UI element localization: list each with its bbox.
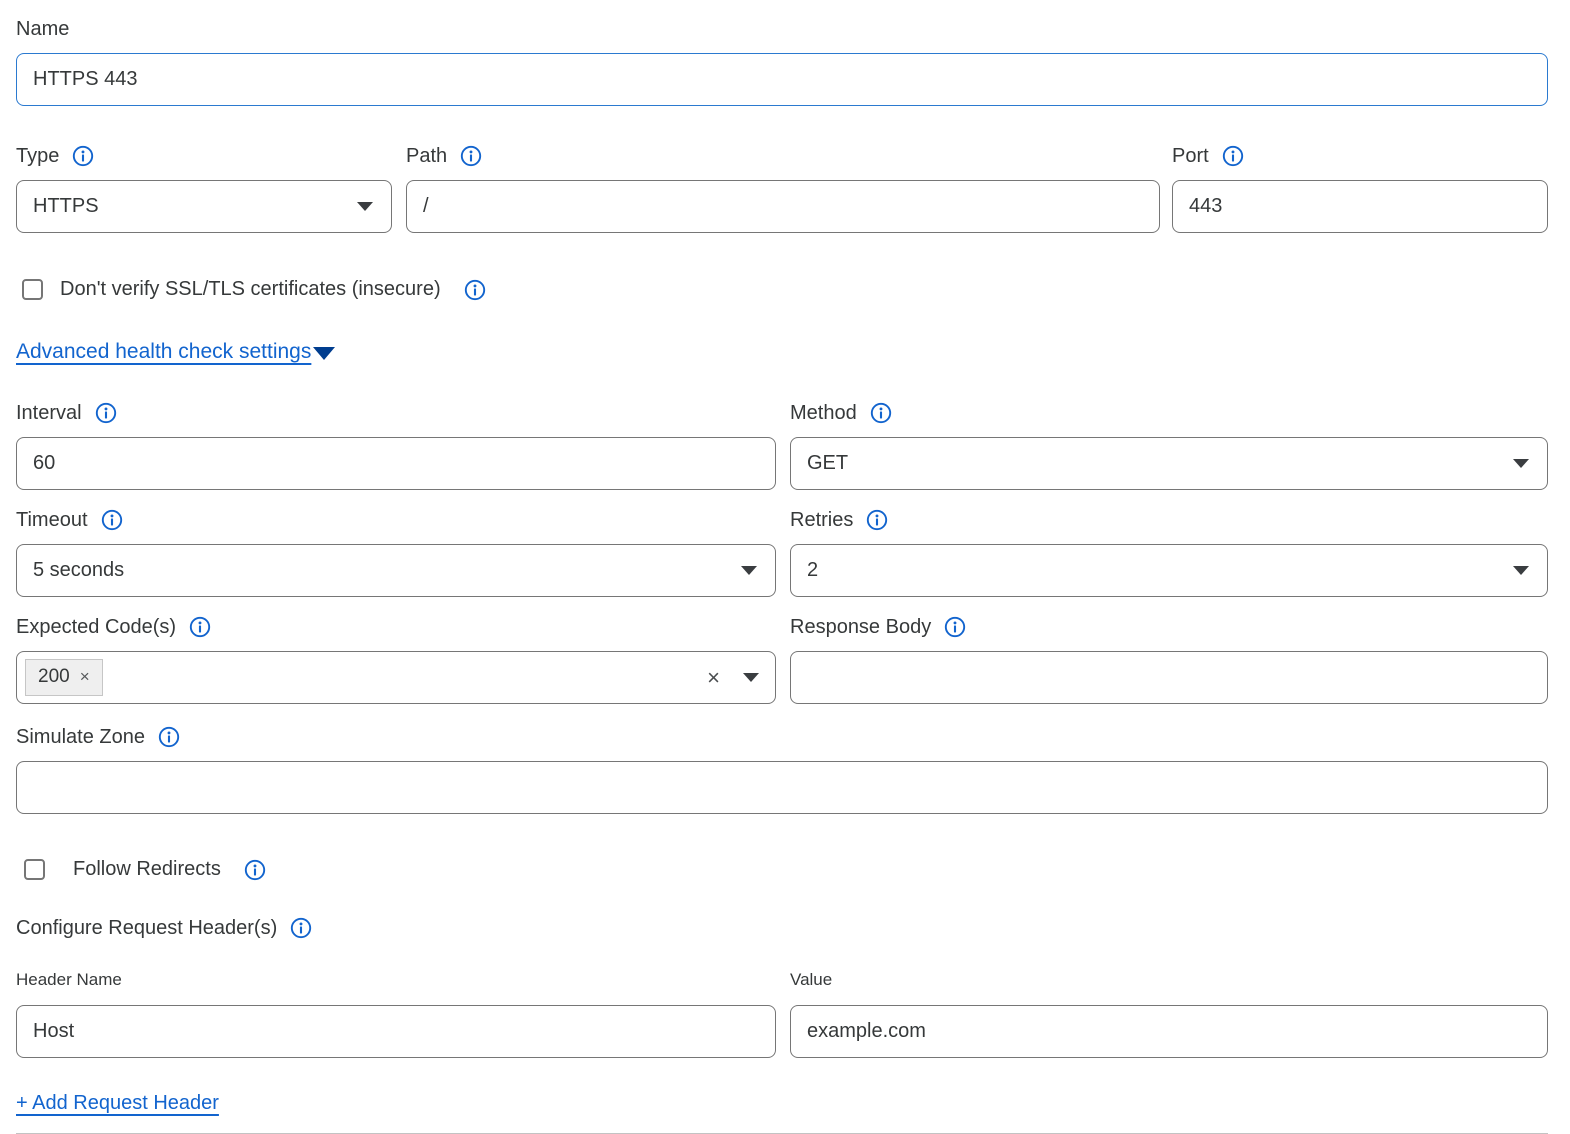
info-icon[interactable] [290,917,312,939]
expected-code-tag-value: 200 [38,666,70,688]
method-select-value: GET [807,452,848,475]
info-icon[interactable] [460,145,482,167]
port-input[interactable] [1172,180,1548,233]
expected-code-tag: 200 × [25,659,103,696]
info-icon[interactable] [866,509,888,531]
method-label-text: Method [790,400,857,426]
info-icon[interactable] [101,509,123,531]
header-name-input[interactable] [16,1005,776,1058]
simulate-zone-input[interactable] [16,761,1548,814]
response-body-label: Response Body [790,614,1548,640]
method-label: Method [790,400,1548,426]
type-label-text: Type [16,143,59,169]
interval-label: Interval [16,400,776,426]
chevron-down-icon [741,566,757,575]
name-input[interactable] [16,53,1548,106]
expected-codes-multiselect[interactable]: 200 × × [16,651,776,704]
timeout-label: Timeout [16,507,776,533]
info-icon[interactable] [72,145,94,167]
interval-label-text: Interval [16,400,82,426]
ssl-verify-checkbox[interactable] [22,279,43,300]
timeout-label-text: Timeout [16,507,88,533]
header-value-input[interactable] [790,1005,1548,1058]
health-check-form: Name Type HTTPS Path [0,0,1570,1134]
info-icon[interactable] [464,279,486,301]
info-icon[interactable] [95,402,117,424]
retries-select[interactable]: 2 [790,544,1548,597]
info-icon[interactable] [944,616,966,638]
timeout-select[interactable]: 5 seconds [16,544,776,597]
chevron-down-icon[interactable] [743,673,759,682]
interval-input[interactable] [16,437,776,490]
clear-icon[interactable]: × [707,667,720,689]
simulate-zone-label: Simulate Zone [16,724,1548,750]
method-select[interactable]: GET [790,437,1548,490]
timeout-select-value: 5 seconds [33,559,124,582]
simulate-zone-label-text: Simulate Zone [16,724,145,750]
add-request-header-link[interactable]: + Add Request Header [16,1092,219,1114]
chevron-down-icon [357,202,373,211]
type-label: Type [16,143,392,169]
info-icon[interactable] [189,616,211,638]
header-value-label: Value [790,969,1548,991]
chevron-down-icon [313,347,335,360]
type-select[interactable]: HTTPS [16,180,392,233]
expected-codes-label-text: Expected Code(s) [16,614,176,640]
advanced-settings-link[interactable]: Advanced health check settings [16,340,311,363]
path-input[interactable] [406,180,1160,233]
name-label: Name [16,16,1548,42]
follow-redirects-label: Follow Redirects [73,858,221,881]
request-headers-heading-text: Configure Request Header(s) [16,915,277,941]
info-icon[interactable] [244,859,266,881]
retries-label-text: Retries [790,507,853,533]
name-field-group: Name [16,16,1548,106]
type-select-value: HTTPS [33,195,99,218]
info-icon[interactable] [158,726,180,748]
request-headers-heading: Configure Request Header(s) [16,915,1548,941]
response-body-input[interactable] [790,651,1548,704]
path-label: Path [406,143,1160,169]
info-icon[interactable] [870,402,892,424]
path-label-text: Path [406,143,447,169]
follow-redirects-checkbox[interactable] [24,859,45,880]
chevron-down-icon [1513,459,1529,468]
retries-select-value: 2 [807,559,818,582]
chevron-down-icon [1513,566,1529,575]
header-name-label: Header Name [16,969,776,991]
retries-label: Retries [790,507,1548,533]
port-label: Port [1172,143,1548,169]
expected-codes-label: Expected Code(s) [16,614,776,640]
response-body-label-text: Response Body [790,614,931,640]
ssl-verify-label: Don't verify SSL/TLS certificates (insec… [60,278,441,301]
remove-tag-icon[interactable]: × [80,667,90,687]
port-label-text: Port [1172,143,1209,169]
info-icon[interactable] [1222,145,1244,167]
